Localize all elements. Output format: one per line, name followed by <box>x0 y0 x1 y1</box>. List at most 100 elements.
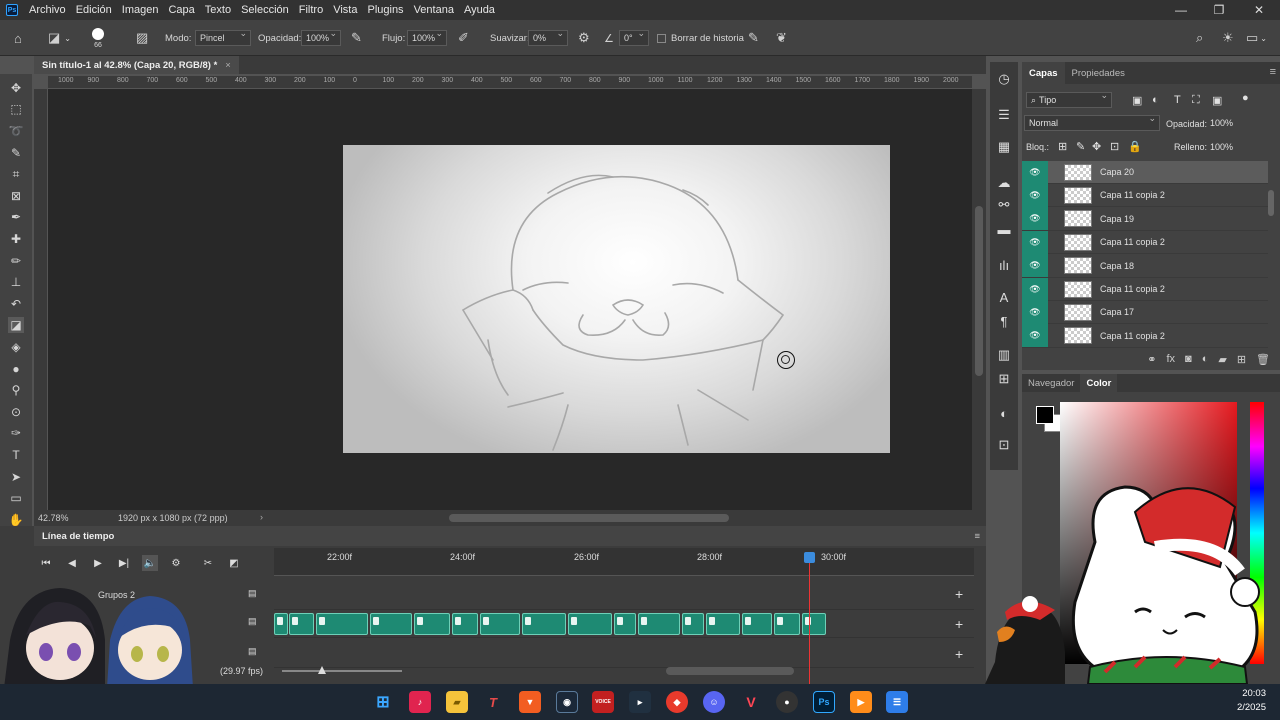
layer-row[interactable]: 👁 Capa 18 <box>1022 254 1268 278</box>
typora-icon[interactable]: T <box>482 691 504 713</box>
zoom-level[interactable]: 42.78% <box>38 513 69 523</box>
lock-position-icon[interactable]: ✥ <box>1092 140 1101 153</box>
paths-icon[interactable]: ⚯ <box>995 196 1013 214</box>
visibility-eye-icon[interactable]: 👁 <box>1022 183 1048 207</box>
steam-icon[interactable]: ◉ <box>556 691 578 713</box>
erase-history-checkbox[interactable] <box>657 20 666 56</box>
prev-frame-icon[interactable]: ◀ <box>64 555 80 571</box>
menu-seleccion[interactable]: Selección <box>236 4 294 16</box>
close-tab-icon[interactable]: × <box>225 60 231 71</box>
home-icon[interactable]: ⌂ <box>14 20 22 56</box>
transition-icon[interactable]: ◩ <box>226 555 242 571</box>
timeline-clip[interactable] <box>706 613 740 635</box>
media-player-icon[interactable]: ▶ <box>850 691 872 713</box>
tab-capas[interactable]: Capas <box>1022 62 1065 84</box>
zoom-slider[interactable] <box>282 670 402 672</box>
blend-mode-select[interactable]: Normal <box>1024 113 1160 133</box>
visibility-eye-icon[interactable]: 👁 <box>1022 230 1048 254</box>
timeline-clip[interactable] <box>414 613 450 635</box>
system-clock[interactable]: 20:03 2/2025 <box>1237 687 1266 715</box>
adjustments-icon[interactable]: ☰ <box>995 106 1013 124</box>
file-explorer-icon[interactable]: ▰ <box>446 691 468 713</box>
history-brush-tool-icon[interactable]: ↶ <box>8 296 24 312</box>
layer-thumbnail[interactable] <box>1064 210 1092 228</box>
timeline-clip[interactable] <box>452 613 478 635</box>
layer-row[interactable]: 👁 Capa 11 copia 2 <box>1022 230 1268 255</box>
link-layers-icon[interactable]: ⚭ <box>1147 353 1156 366</box>
timeline-clip[interactable] <box>480 613 520 635</box>
rectangle-tool-icon[interactable]: ▭ <box>8 490 24 506</box>
horizontal-scroll-thumb[interactable] <box>449 514 729 522</box>
timeline-track-empty[interactable] <box>274 640 974 668</box>
lock-transparency-icon[interactable]: ⊞ <box>1058 140 1067 153</box>
timeline-clip[interactable] <box>774 613 800 635</box>
brush-settings-icon[interactable]: ▨ <box>136 20 148 56</box>
smooth-settings-gear-icon[interactable]: ⚙ <box>578 20 590 56</box>
brush-preset-picker[interactable]: 66 <box>92 20 104 56</box>
fill-value[interactable]: 100% <box>1210 142 1233 152</box>
menu-filtro[interactable]: Filtro <box>294 4 328 16</box>
layer-thumbnail[interactable] <box>1064 280 1092 298</box>
foreground-color-swatch[interactable] <box>1036 406 1054 424</box>
windows-start-icon[interactable]: ⊞ <box>372 691 394 713</box>
workspace-icon[interactable]: ▭ ⌄ <box>1246 20 1267 56</box>
stamp-tool-icon[interactable]: ⊥ <box>8 274 24 290</box>
status-arrow-icon[interactable]: › <box>260 512 263 522</box>
timeline-clip[interactable] <box>274 613 288 635</box>
first-frame-icon[interactable]: ⏮ <box>38 555 54 571</box>
quick-select-tool-icon[interactable]: ✎ <box>8 145 24 161</box>
airbrush-icon[interactable]: ✐ <box>458 20 469 56</box>
valorant-icon[interactable]: V <box>740 691 762 713</box>
brush-tool-icon[interactable]: ✏ <box>8 253 24 269</box>
layer-row[interactable]: 👁 Capa 11 copia 2 <box>1022 324 1268 348</box>
terminal-icon[interactable]: ▸ <box>629 691 651 713</box>
visibility-eye-icon[interactable]: 👁 <box>1022 300 1048 324</box>
paragraph-icon[interactable]: ¶ <box>995 312 1013 330</box>
layer-thumbnail[interactable] <box>1064 163 1092 181</box>
properties-icon[interactable]: ◐ <box>995 404 1013 422</box>
timeline-clip[interactable] <box>370 613 412 635</box>
play-icon[interactable]: ▶ <box>90 555 106 571</box>
timeline-ruler[interactable]: 22:00f 24:00f 26:00f 28:00f 30:00f <box>274 548 974 576</box>
pressure-size-icon[interactable]: ✎ <box>748 20 759 56</box>
timeline-clip[interactable] <box>682 613 704 635</box>
frame-tool-icon[interactable]: ⊠ <box>8 188 24 204</box>
lock-pixels-icon[interactable]: ✎ <box>1076 140 1085 153</box>
panel-menu-icon[interactable]: ≡ <box>1270 66 1276 78</box>
layer-mask-icon[interactable]: ◙ <box>1185 353 1192 365</box>
photoshop-icon[interactable]: Ps <box>813 691 835 713</box>
timeline-clip[interactable] <box>316 613 368 635</box>
new-layer-icon[interactable]: ⊞ <box>1237 353 1246 366</box>
film-strip-icon[interactable]: ▤ <box>248 646 257 657</box>
menu-vista[interactable]: Vista <box>328 4 362 16</box>
menu-imagen[interactable]: Imagen <box>117 4 164 16</box>
visibility-eye-icon[interactable]: 👁 <box>1022 207 1048 231</box>
tiktok-icon[interactable]: ♪ <box>409 691 431 713</box>
smooth-input[interactable]: 0% <box>528 28 568 46</box>
add-media-icon[interactable]: + <box>955 646 963 662</box>
timeline-clip[interactable] <box>638 613 680 635</box>
vertical-scroll-thumb[interactable] <box>975 206 983 376</box>
timeline-clip[interactable] <box>614 613 636 635</box>
mode-select[interactable]: Pincel <box>195 28 251 46</box>
history-icon[interactable]: ◷ <box>995 70 1013 88</box>
patterns-icon[interactable]: ⊞ <box>995 370 1013 388</box>
add-media-icon[interactable]: + <box>955 616 963 632</box>
libraries-icon[interactable]: ☁ <box>995 174 1013 192</box>
crop-tool-icon[interactable]: ⌗ <box>8 166 24 182</box>
close-icon[interactable]: ✕ <box>1240 0 1278 20</box>
gradients-icon[interactable]: ▥ <box>995 346 1013 364</box>
filter-toggle-icon[interactable]: ● <box>1242 92 1249 104</box>
angle-input[interactable]: 0° <box>619 28 649 46</box>
layer-thumbnail[interactable] <box>1064 186 1092 204</box>
swatches-icon[interactable]: ▦ <box>995 138 1013 156</box>
lock-artboard-icon[interactable]: ⊡ <box>1110 140 1119 153</box>
paint-bucket-tool-icon[interactable]: ◈ <box>8 339 24 355</box>
checkbox-box[interactable] <box>657 33 666 43</box>
timeline-clip[interactable] <box>568 613 612 635</box>
canvas-workspace[interactable] <box>48 89 972 510</box>
blur-tool-icon[interactable]: ● <box>8 361 24 377</box>
timeline-clip[interactable] <box>742 613 772 635</box>
document-canvas[interactable] <box>343 145 890 453</box>
dodge-tool-icon[interactable]: ⚲ <box>8 382 24 398</box>
